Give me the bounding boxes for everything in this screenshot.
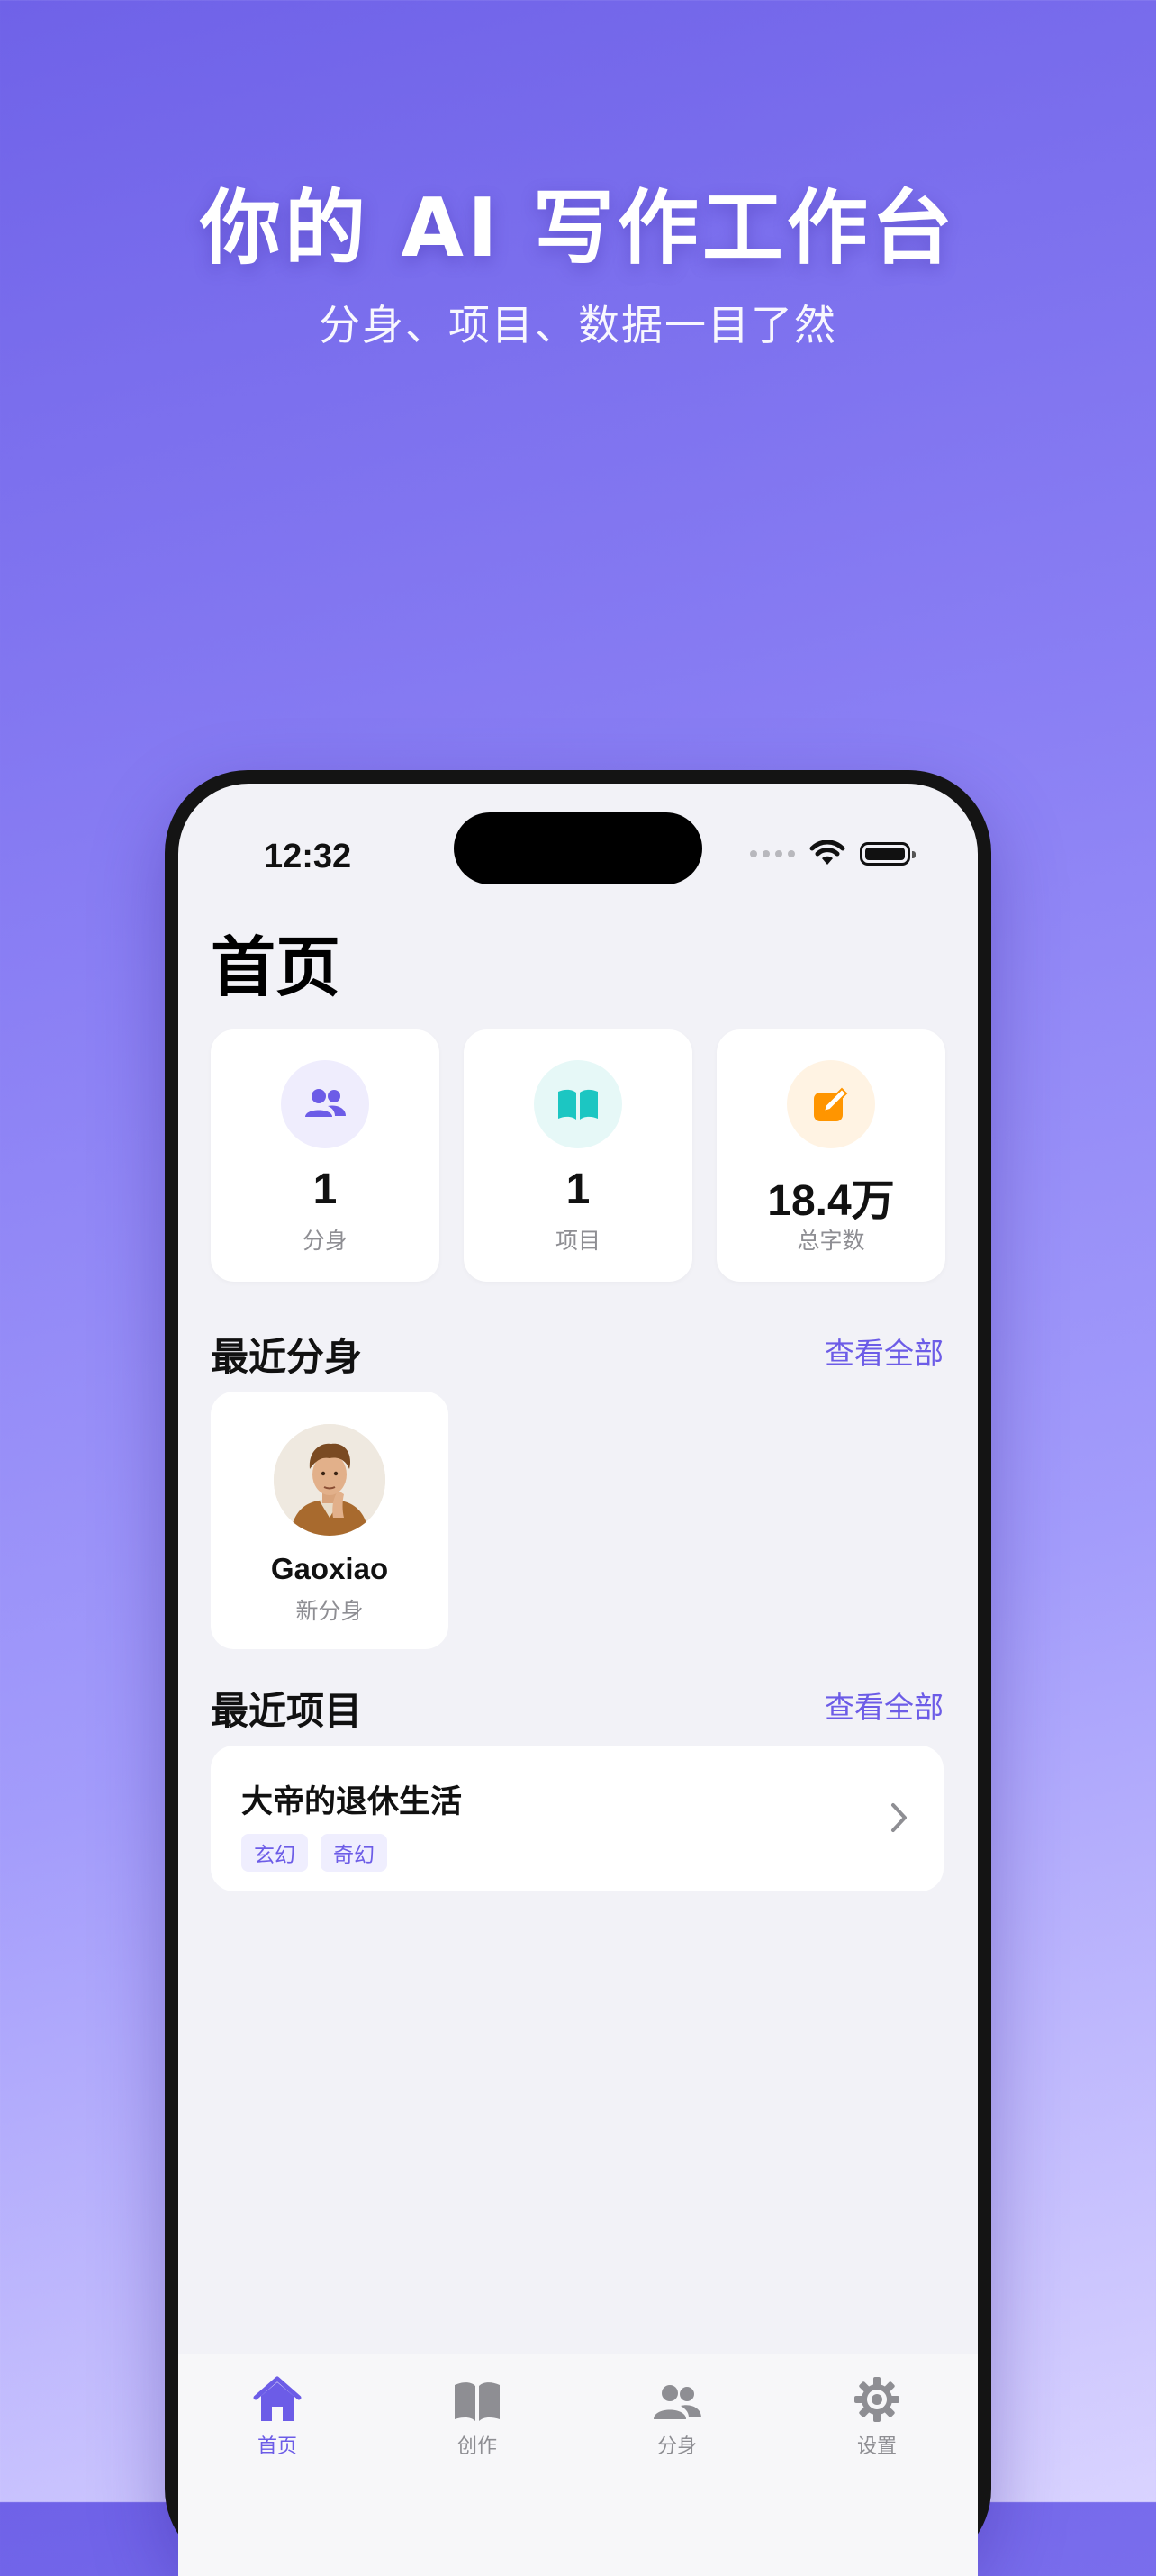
stat-card-projects[interactable]: 1 项目 [464, 1029, 692, 1282]
tab-settings[interactable]: 设置 [814, 2367, 940, 2459]
tab-home[interactable]: 首页 [214, 2367, 340, 2459]
view-all-projects-link[interactable]: 查看全部 [825, 1683, 944, 1727]
app-screen: 12:32 首页 1 分身 1 项目 18.4万 总字数 最近分身 查看全部 G… [178, 784, 978, 2576]
project-card[interactable]: 大帝的退休生活 玄幻 奇幻 [211, 1746, 944, 1891]
cellular-signal-icon [750, 850, 795, 857]
avatar [274, 1424, 385, 1536]
people-icon [281, 1060, 369, 1148]
tab-bar: 首页 创作 分身 设置 [178, 2354, 978, 2576]
section-title-recent-projects: 最近项目 [211, 1689, 363, 1733]
stat-label: 总字数 [797, 1228, 865, 1254]
project-tags: 玄幻 奇幻 [241, 1834, 387, 1872]
stat-value: 18.4万 [767, 1177, 895, 1225]
promo-title: 你的 AI 写作工作台 [200, 181, 956, 276]
tab-label: 首页 [257, 2435, 297, 2458]
stat-card-word-count[interactable]: 18.4万 总字数 [717, 1029, 945, 1282]
stat-value: 1 [565, 1166, 591, 1213]
stat-label: 项目 [555, 1228, 601, 1254]
persona-description: 新分身 [295, 1598, 364, 1624]
status-indicators [750, 836, 916, 872]
gear-icon [814, 2367, 940, 2423]
tab-label: 设置 [856, 2435, 897, 2458]
stat-card-personas[interactable]: 1 分身 [211, 1029, 439, 1282]
project-tag: 奇幻 [321, 1834, 387, 1872]
page-title: 首页 [211, 930, 341, 1005]
tab-label: 分身 [656, 2435, 697, 2458]
promo-subtitle: 分身、项目、数据一目了然 [319, 301, 837, 349]
tab-label: 创作 [456, 2435, 497, 2458]
book-icon [534, 1060, 622, 1148]
section-title-recent-personas: 最近分身 [211, 1335, 363, 1379]
tab-personas[interactable]: 分身 [614, 2367, 740, 2459]
dynamic-island [454, 812, 702, 884]
tab-create[interactable]: 创作 [414, 2367, 540, 2459]
chevron-right-icon [891, 1803, 907, 1832]
stat-value: 1 [312, 1166, 338, 1213]
book-open-icon [414, 2367, 540, 2423]
people-icon [614, 2367, 740, 2423]
view-all-personas-link[interactable]: 查看全部 [825, 1329, 944, 1373]
wifi-icon [809, 840, 845, 865]
home-icon [214, 2367, 340, 2423]
edit-icon [787, 1060, 875, 1148]
status-time: 12:32 [264, 838, 352, 875]
project-name: 大帝的退休生活 [241, 1784, 463, 1820]
stat-label: 分身 [302, 1228, 348, 1254]
persona-card[interactable]: Gaoxiao 新分身 [211, 1392, 448, 1649]
phone-frame: 12:32 首页 1 分身 1 项目 18.4万 总字数 最近分身 查看全部 G… [165, 770, 991, 2576]
battery-icon [860, 842, 916, 866]
project-tag: 玄幻 [241, 1834, 308, 1872]
persona-name: Gaoxiao [270, 1552, 389, 1585]
